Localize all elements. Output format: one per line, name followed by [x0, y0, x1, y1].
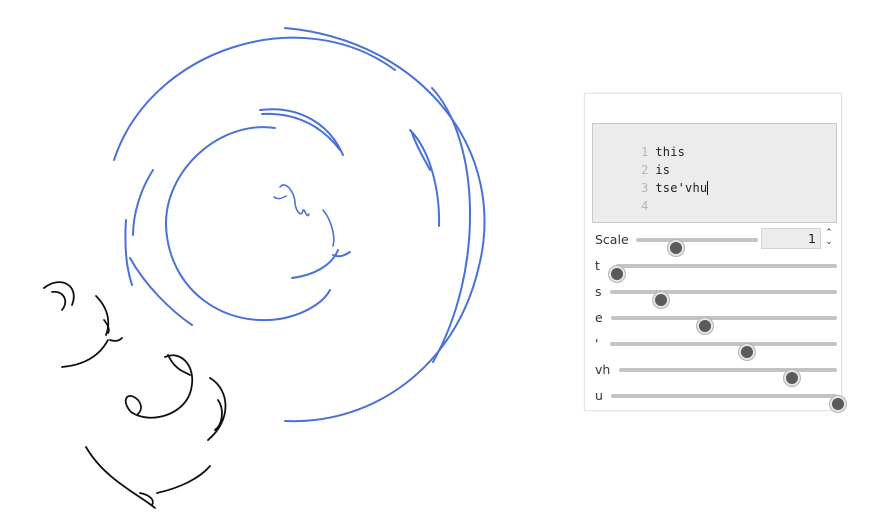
scale-slider-thumb[interactable]: [668, 240, 685, 256]
scale-input[interactable]: 1: [761, 228, 821, 249]
slider-thumb-vh[interactable]: [784, 370, 801, 386]
left-arc-2: [124, 219, 133, 286]
slider-row-vh: vh: [595, 360, 837, 386]
slider-vh[interactable]: [619, 368, 837, 386]
line-text: tse'vhu: [655, 181, 708, 195]
drawing-canvas[interactable]: [0, 0, 580, 521]
slider-e[interactable]: [611, 316, 837, 334]
line-number: 4: [641, 199, 649, 213]
outer-ring: [284, 27, 486, 423]
slider-t[interactable]: [609, 264, 837, 282]
slider-label: e: [595, 310, 603, 325]
slider-row-apostrophe: ': [595, 334, 837, 360]
editor-line: 1 this: [593, 125, 685, 159]
slider-apostrophe[interactable]: [610, 342, 837, 360]
slider-label: ': [595, 336, 599, 351]
slider-u[interactable]: [611, 394, 846, 412]
inner-small-strokes: [273, 184, 335, 247]
slider-row-s: s: [595, 282, 837, 308]
slider-thumb-e[interactable]: [696, 318, 713, 334]
editor-line: 2 is: [593, 143, 670, 177]
slider-thumb-s[interactable]: [652, 292, 669, 308]
scale-row: Scale 1 ⌃ ⌄: [595, 228, 837, 256]
slider-label: vh: [595, 362, 611, 377]
lower-arc: [129, 257, 193, 326]
editor-line: 4: [593, 179, 655, 213]
spin-up-down-icon[interactable]: ⌃ ⌄: [823, 229, 835, 249]
slider-label: s: [595, 284, 602, 299]
right-arc-3: [411, 132, 431, 171]
inner-circle: [164, 126, 331, 322]
inner-arc: [259, 108, 344, 156]
slider-row-u: u: [595, 386, 846, 412]
glyph-drawing: [43, 27, 486, 509]
slider-s[interactable]: [610, 290, 837, 308]
slider-row-t: t: [595, 256, 837, 282]
slider-thumb-apostrophe[interactable]: [739, 344, 756, 360]
text-editor[interactable]: 1 this 2 is 3 tse'vhu 4: [592, 123, 837, 223]
slider-row-e: e: [595, 308, 837, 334]
inner-hook: [291, 249, 339, 279]
scale-slider[interactable]: [636, 238, 758, 256]
slider-label: u: [595, 388, 603, 403]
outer-arc: [113, 36, 396, 161]
slider-label: t: [595, 258, 600, 273]
editor-line: 3 tse'vhu: [593, 161, 709, 195]
glyph-editor-panel: 1 this 2 is 3 tse'vhu 4 Scale 1 ⌃ ⌄ t s e: [584, 93, 846, 412]
black-glyph-strokes: [43, 281, 227, 509]
right-arc-1: [431, 87, 471, 363]
right-arc-2: [409, 129, 441, 227]
slider-thumb-t[interactable]: [609, 266, 625, 282]
scale-label: Scale: [595, 232, 629, 247]
text-caret: [707, 181, 709, 195]
left-arc: [132, 169, 154, 236]
blue-glyph-strokes: [113, 27, 486, 423]
slider-thumb-u[interactable]: [830, 396, 846, 412]
